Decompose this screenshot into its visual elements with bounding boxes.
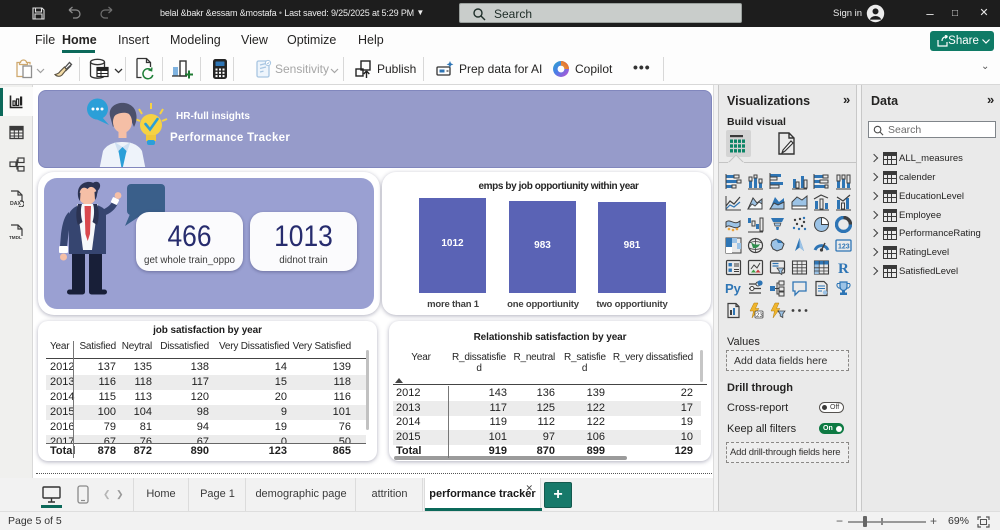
svg-text:23: 23: [756, 312, 763, 318]
svg-text:Py: Py: [725, 281, 742, 296]
svg-text:123: 123: [838, 244, 850, 251]
svg-text:R: R: [838, 261, 849, 276]
svg-text:TMDL: TMDL: [9, 235, 22, 240]
